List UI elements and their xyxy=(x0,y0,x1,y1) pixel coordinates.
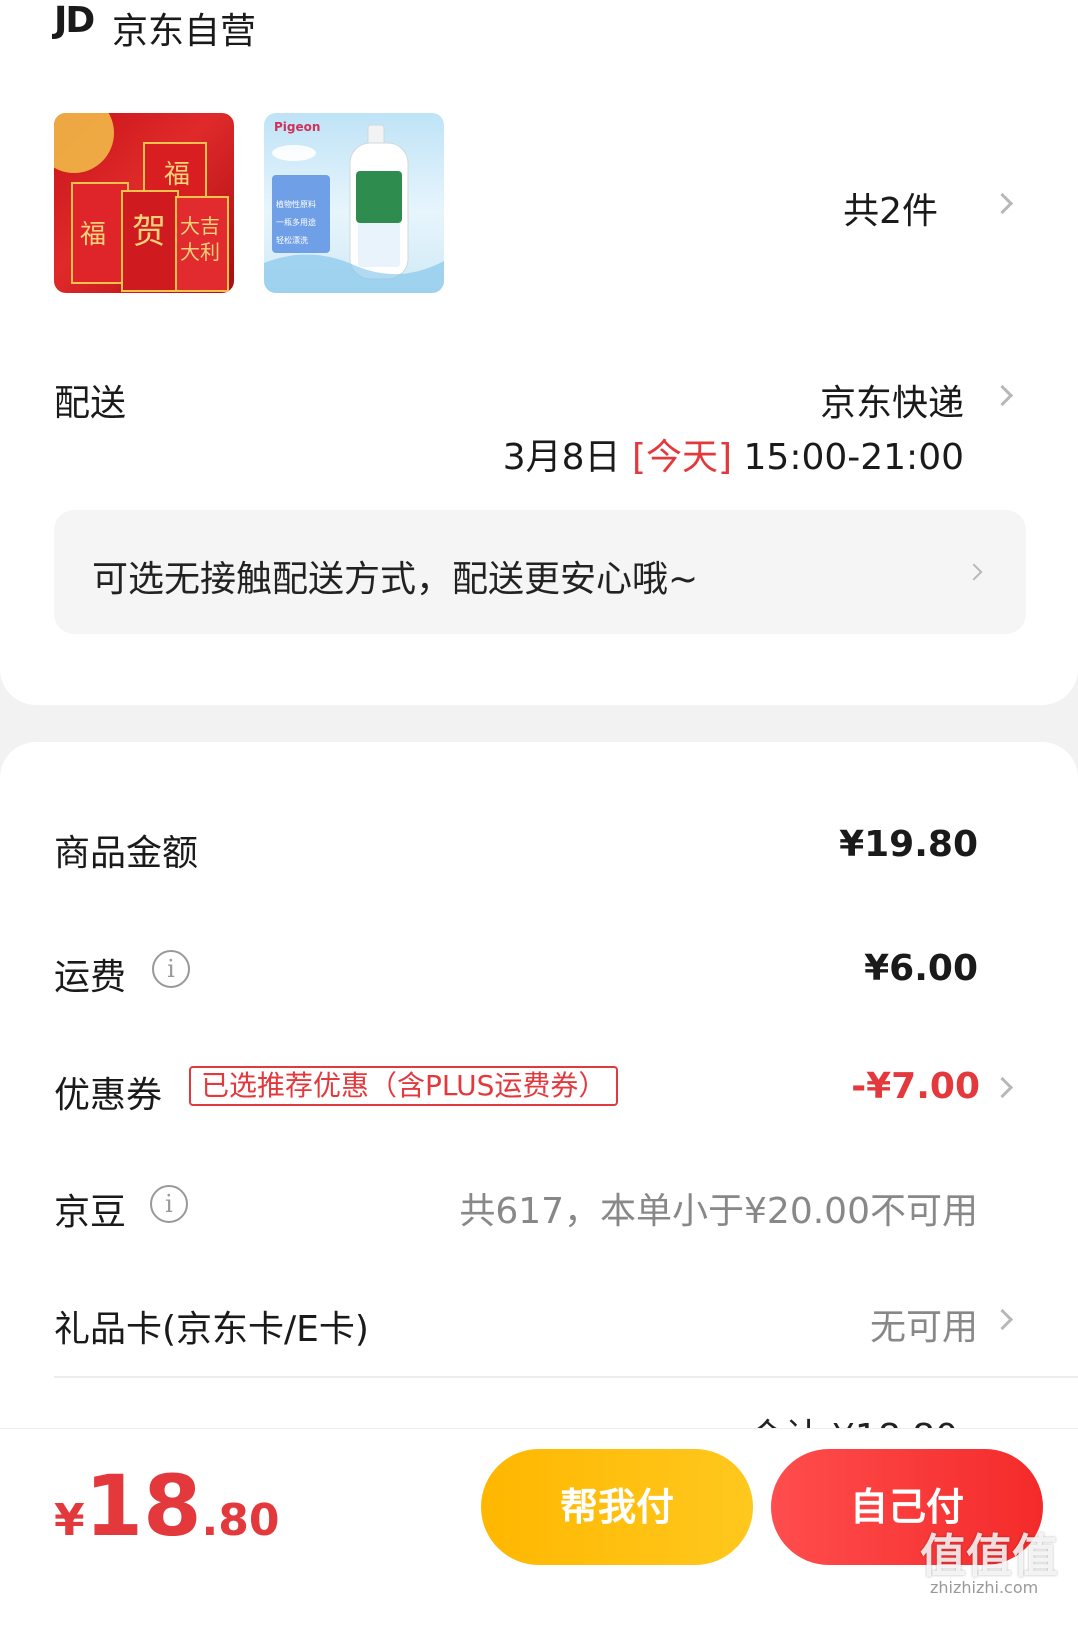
product-thumbnail-bottle-cleaner[interactable]: Pigeon 植物性原料 一瓶多用途 轻松漂洗 xyxy=(264,113,444,293)
goods-amount-label: 商品金额 xyxy=(54,833,199,874)
delivery-carrier[interactable]: 京东快递 xyxy=(820,374,964,426)
delivery-date: 3月8日 xyxy=(502,437,621,478)
thumb-char: 贺 xyxy=(132,212,166,252)
amount-decimal: .80 xyxy=(201,1495,280,1546)
thumb-line: 轻松漂洗 xyxy=(276,235,308,245)
today-tag: [今天] xyxy=(631,437,733,478)
shipping-value: ¥6.00 xyxy=(864,948,978,989)
thumb-line: 一瓶多用途 xyxy=(276,217,316,227)
thumb-line: 植物性原料 xyxy=(276,199,316,209)
info-icon[interactable]: i xyxy=(152,950,190,988)
thumb-char: 大利 xyxy=(180,240,220,264)
thumb-brand: Pigeon xyxy=(274,120,320,134)
shipping-label: 运费 xyxy=(54,957,127,998)
currency-symbol: ¥ xyxy=(54,1495,85,1546)
chevron-right-icon xyxy=(965,563,983,581)
watermark-url: zhizhizhi.com xyxy=(930,1578,1039,1597)
coupon-value[interactable]: -¥7.00 xyxy=(851,1066,980,1107)
product-thumbnail-red-envelopes[interactable]: 福 贺 福 大吉 大利 xyxy=(54,113,234,293)
goods-amount-value: ¥19.80 xyxy=(839,824,978,865)
jingdou-label: 京豆 xyxy=(54,1192,127,1233)
info-icon[interactable]: i xyxy=(150,1185,188,1223)
thumb-char: 大吉 xyxy=(180,214,220,238)
amount-integer: 18 xyxy=(84,1457,202,1555)
item-count[interactable]: 共2件 xyxy=(843,182,938,234)
red-envelope-image: 福 贺 福 大吉 大利 xyxy=(54,113,229,292)
gift-card-value[interactable]: 无可用 xyxy=(870,1298,978,1350)
thumb-char: 福 xyxy=(80,220,106,250)
chevron-right-icon[interactable] xyxy=(991,192,1014,215)
jingdou-value: 共617，本单小于¥20.00不可用 xyxy=(459,1191,978,1232)
delivery-label: 配送 xyxy=(54,383,127,424)
coupon-label: 优惠券 xyxy=(54,1075,163,1116)
store-name: 京东自营 xyxy=(112,11,257,52)
watermark-logo: 值值值 xyxy=(920,1529,1058,1583)
bottle-cleaner-image: Pigeon 植物性原料 一瓶多用途 轻松漂洗 xyxy=(264,120,444,293)
delivery-time[interactable]: 3月8日 [今天] 15:00-21:00 xyxy=(503,428,964,480)
coupon-badge: 已选推荐优惠（含PLUS运费券） xyxy=(189,1066,619,1106)
chevron-right-icon[interactable] xyxy=(991,384,1014,407)
jd-logo: JD xyxy=(54,0,95,41)
delivery-window: 15:00-21:00 xyxy=(743,437,964,478)
help-pay-button[interactable]: 帮我付 xyxy=(481,1449,753,1565)
thumb-char: 福 xyxy=(164,160,190,190)
gift-card-label: 礼品卡(京东卡/E卡) xyxy=(54,1309,369,1350)
order-card: JD 京东自营 福 贺 福 大吉 大利 Pigeon 植物性原料 一瓶多用途 轻… xyxy=(0,0,1078,705)
bottom-pay-bar: ¥18.80 帮我付 自己付 xyxy=(0,1428,1078,1603)
contactless-delivery-tip[interactable]: 可选无接触配送方式，配送更安心哦~ xyxy=(54,510,1026,634)
pay-amount: ¥18.80 xyxy=(54,1457,279,1555)
contactless-tip-text: 可选无接触配送方式，配送更安心哦~ xyxy=(92,559,699,600)
divider xyxy=(54,1376,1078,1378)
